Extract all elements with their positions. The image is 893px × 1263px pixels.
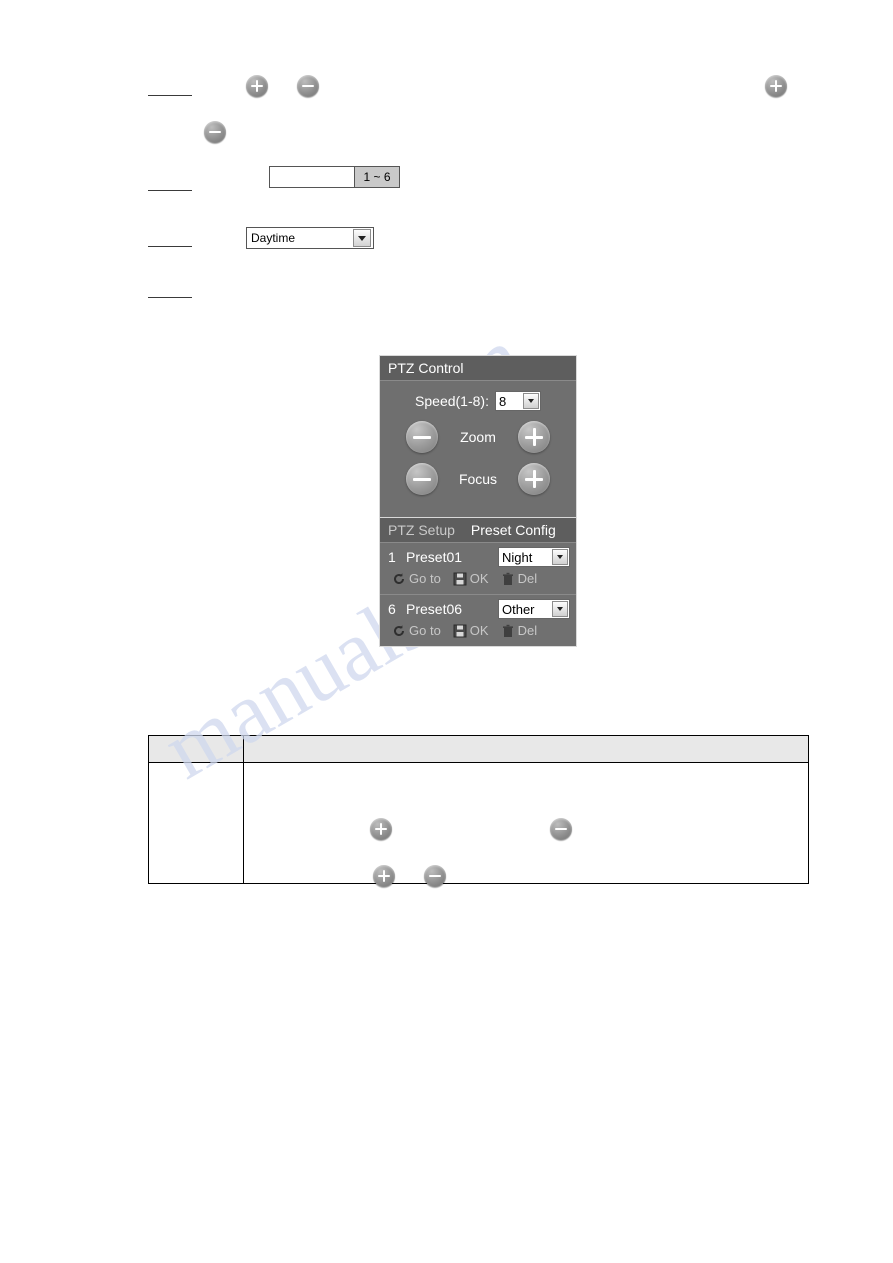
ok-label: OK <box>469 571 489 586</box>
ptz-setup-section: PTZ Setup Preset Config 1 Preset01 Night… <box>379 518 577 647</box>
preset-action-row: Go to OK Del <box>380 569 576 595</box>
speed-label: Speed(1-8): <box>415 393 489 409</box>
del-label: Del <box>517 571 538 586</box>
parameter-table <box>148 735 809 884</box>
chevron-down-icon[interactable] <box>552 601 568 617</box>
redacted-label-rule-2 <box>148 190 192 191</box>
preset-mode-value: Other <box>502 601 535 617</box>
daytime-select-value: Daytime <box>251 231 296 245</box>
tab-preset-config[interactable]: Preset Config <box>463 518 564 542</box>
redacted-label-rule-1 <box>148 95 192 96</box>
chevron-down-icon[interactable] <box>353 229 371 247</box>
save-icon <box>453 624 467 638</box>
zoom-in-button[interactable] <box>518 421 550 453</box>
minus-circle-icon-table-1[interactable] <box>550 818 572 840</box>
preset-mode-select[interactable]: Night <box>498 547 570 567</box>
focus-in-button[interactable] <box>518 463 550 495</box>
preset-name: Preset06 <box>406 601 463 617</box>
ok-action[interactable]: OK <box>453 571 489 586</box>
table-row <box>148 762 809 884</box>
table-header-row <box>148 735 809 763</box>
save-icon <box>453 572 467 586</box>
range-input[interactable] <box>270 167 354 187</box>
preset-index: 1 <box>388 549 396 565</box>
plus-circle-icon-table-1[interactable] <box>370 818 392 840</box>
table-cell-description <box>244 763 809 884</box>
speed-select-value: 8 <box>498 393 507 409</box>
plus-circle-icon-top-left[interactable] <box>246 75 268 97</box>
ptz-panel: PTZ Control Speed(1-8): 8 Zoom Focus PTZ… <box>379 355 577 647</box>
focus-out-button[interactable] <box>406 463 438 495</box>
del-label: Del <box>517 623 538 638</box>
redacted-label-rule-3 <box>148 246 192 247</box>
table-header-cell-left <box>148 735 244 763</box>
preset-mode-value: Night <box>502 549 533 565</box>
ptz-control-title: PTZ Control <box>380 356 576 381</box>
zoom-label: Zoom <box>460 429 496 445</box>
range-suffix-label: 1 ~ 6 <box>354 167 399 187</box>
goto-action[interactable]: Go to <box>392 623 441 638</box>
preset-action-row: Go to OK Del <box>380 621 576 646</box>
goto-action[interactable]: Go to <box>392 571 441 586</box>
range-input-widget[interactable]: 1 ~ 6 <box>269 166 400 188</box>
goto-label: Go to <box>409 571 441 586</box>
plus-circle-icon-top-right[interactable] <box>765 75 787 97</box>
minus-circle-icon-top-left[interactable] <box>297 75 319 97</box>
preset-index: 6 <box>388 601 396 617</box>
zoom-out-button[interactable] <box>406 421 438 453</box>
ok-label: OK <box>469 623 489 638</box>
redacted-label-rule-4 <box>148 297 192 298</box>
chevron-down-icon[interactable] <box>552 549 568 565</box>
table-header-cell-right <box>243 735 809 763</box>
preset-mode-select[interactable]: Other <box>498 599 570 619</box>
preset-row: 6 Preset06 Other <box>380 595 576 621</box>
trash-icon <box>501 572 515 586</box>
zoom-row: Zoom <box>380 421 576 453</box>
ok-action[interactable]: OK <box>453 623 489 638</box>
minus-circle-icon-second-row[interactable] <box>204 121 226 143</box>
ptz-control-section: PTZ Control Speed(1-8): 8 Zoom Focus <box>379 355 577 518</box>
plus-circle-icon-table-2[interactable] <box>373 865 395 887</box>
preset-row: 1 Preset01 Night <box>380 543 576 569</box>
tab-ptz-setup[interactable]: PTZ Setup <box>380 518 463 542</box>
del-action[interactable]: Del <box>501 571 538 586</box>
refresh-icon <box>392 572 406 586</box>
speed-select[interactable]: 8 <box>494 391 541 411</box>
ptz-tabs: PTZ Setup Preset Config <box>380 518 576 543</box>
table-cell-parameter <box>148 762 244 884</box>
trash-icon <box>501 624 515 638</box>
del-action[interactable]: Del <box>501 623 538 638</box>
chevron-down-icon[interactable] <box>522 393 539 409</box>
preset-name: Preset01 <box>406 549 463 565</box>
minus-circle-icon-table-2[interactable] <box>424 865 446 887</box>
focus-row: Focus <box>380 463 576 495</box>
refresh-icon <box>392 624 406 638</box>
focus-label: Focus <box>458 471 498 487</box>
daytime-select[interactable]: Daytime <box>246 227 374 249</box>
goto-label: Go to <box>409 623 441 638</box>
ptz-control-body: Speed(1-8): 8 Zoom Focus <box>380 381 576 517</box>
speed-row: Speed(1-8): 8 <box>380 391 576 411</box>
